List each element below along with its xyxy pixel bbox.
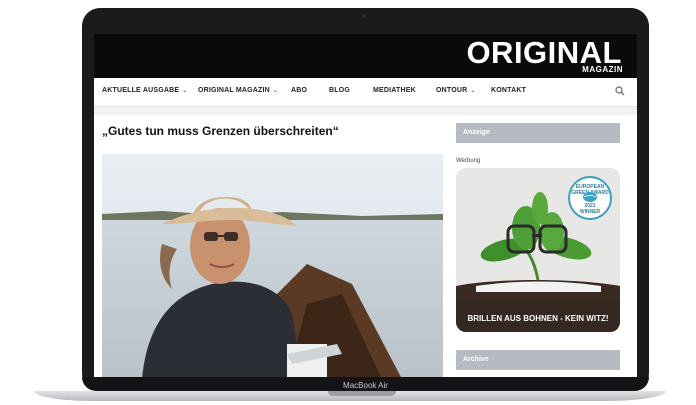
nav-item-aktuelle-ausgabe[interactable]: AKTUELLE AUSGABE ⌄	[102, 87, 187, 94]
nav-label: AKTUELLE AUSGABE	[102, 87, 180, 94]
nav-label: BLOG	[329, 87, 351, 94]
nav-label: KONTAKT	[491, 87, 527, 94]
ad-caption: BRILLEN AUS BOHNEN - KEIN WITZ!	[467, 314, 609, 323]
nav-item-abo[interactable]: ABO	[291, 87, 307, 94]
site-logo-subtitle: MAGAZIN	[582, 65, 623, 74]
nav-label: MEDIATHEK	[373, 87, 416, 94]
nav-item-kontakt[interactable]: KONTAKT	[491, 87, 526, 94]
article-title: „Gutes tun muss Grenzen überschreiten“	[102, 124, 339, 138]
nav-label: ONTOUR	[436, 87, 468, 94]
badge-bottom-text: WINNER	[579, 209, 601, 215]
sidebar-ad-header: Anzeige	[456, 123, 620, 143]
macbook-model-label: MacBook Air	[343, 381, 388, 390]
browser-screen: ORIGINAL MAGAZIN AKTUELLE AUSGABE ⌄ ORIGI…	[94, 34, 637, 377]
site-header: ORIGINAL MAGAZIN	[94, 34, 637, 78]
laptop-chin: MacBook Air	[82, 377, 649, 391]
article-hero-image	[102, 154, 443, 377]
hero-photo	[102, 154, 443, 377]
chevron-down-icon: ⌄	[272, 88, 279, 94]
nav-label: ORIGINAL MAGAZIN	[198, 87, 270, 94]
laptop-notch	[328, 391, 396, 396]
ad-label: Werbung	[456, 158, 481, 164]
camera-dot	[362, 14, 366, 18]
globe-icon	[583, 192, 597, 202]
sidebar-ad-banner[interactable]: EUROPEAN GREEN AWARD 2021 WINNER BRILLEN…	[456, 168, 620, 332]
award-badge: EUROPEAN GREEN AWARD 2021 WINNER	[568, 176, 612, 220]
nav-item-ontour[interactable]: ONTOUR ⌄	[436, 87, 476, 94]
chevron-down-icon: ⌄	[470, 88, 476, 94]
chevron-down-icon: ⌄	[182, 88, 188, 94]
search-icon[interactable]	[615, 86, 625, 96]
nav-item-mediathek[interactable]: MEDIATHEK	[373, 87, 416, 94]
nav-shadow-band	[94, 107, 637, 115]
laptop-frame: ORIGINAL MAGAZIN AKTUELLE AUSGABE ⌄ ORIGI…	[82, 8, 649, 391]
main-nav: AKTUELLE AUSGABE ⌄ ORIGINAL MAGAZIN ⌄ ABO …	[94, 78, 637, 107]
nav-label: ABO	[291, 87, 308, 94]
nav-item-blog[interactable]: BLOG	[329, 87, 350, 94]
sidebar-archive-header[interactable]: Archive	[456, 350, 620, 370]
nav-item-original-magazin[interactable]: ORIGINAL MAGAZIN ⌄	[198, 87, 278, 94]
